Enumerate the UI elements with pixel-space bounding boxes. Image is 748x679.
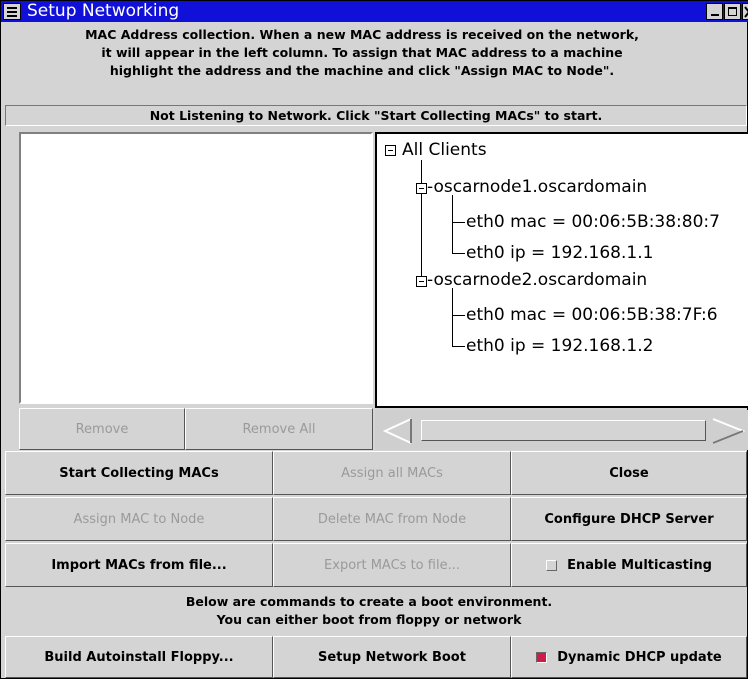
instructions-line-3: highlight the address and the machine an… [109,63,615,78]
remove-button[interactable]: Remove [19,408,185,450]
minimize-icon[interactable] [706,3,723,20]
tree-node-oscarnode1[interactable]: -oscarnode1.oscardomain [427,177,647,197]
configure-dhcp-server-button[interactable]: Configure DHCP Server [511,497,747,541]
dynamic-dhcp-update-toggle[interactable]: Dynamic DHCP update [511,636,747,678]
instructions-text: MAC Address collection. When a new MAC a… [1,22,748,102]
close-icon[interactable] [742,3,748,20]
commands-line-2: You can either boot from floppy or netwo… [216,612,522,627]
instructions-line-2: it will appear in the left column. To as… [101,45,623,60]
enable-multicasting-toggle[interactable]: Enable Multicasting [511,543,747,587]
instructions-line-1: MAC Address collection. When a new MAC a… [85,27,639,42]
window-title: Setup Networking [27,1,180,21]
scroll-right-arrow-icon[interactable] [711,418,745,444]
tree-root-all-clients[interactable]: All Clients [402,140,487,160]
collapse-node1-icon[interactable] [416,183,427,194]
window-menu-icon[interactable] [3,3,21,20]
assign-mac-to-node-button[interactable]: Assign MAC to Node [5,497,273,541]
close-button[interactable]: Close [511,451,747,495]
collapse-all-clients-icon[interactable] [385,145,396,156]
setup-networking-window: Setup Networking MAC Address collection.… [0,0,748,679]
dynamic-dhcp-update-label: Dynamic DHCP update [557,649,722,665]
delete-mac-from-node-button[interactable]: Delete MAC from Node [273,497,511,541]
listening-status: Not Listening to Network. Click "Start C… [5,105,747,126]
clients-tree[interactable]: All Clients -oscarnode1.oscardomain eth0… [375,132,748,408]
tree-leaf-node2-ip[interactable]: eth0 ip = 192.168.1.2 [466,336,653,356]
import-macs-button[interactable]: Import MACs from file... [5,543,273,587]
commands-line-1: Below are commands to create a boot envi… [185,594,553,609]
remove-all-button[interactable]: Remove All [185,408,373,450]
tree-node-oscarnode2[interactable]: -oscarnode2.oscardomain [427,270,647,290]
boot-commands-text: Below are commands to create a boot envi… [1,590,748,634]
title-bar[interactable]: Setup Networking [1,1,748,22]
build-autoinstall-floppy-button[interactable]: Build Autoinstall Floppy... [5,636,273,678]
maximize-icon[interactable] [724,3,741,20]
tree-leaf-node1-ip[interactable]: eth0 ip = 192.168.1.1 [466,243,653,263]
assign-all-macs-button[interactable]: Assign all MACs [273,451,511,495]
start-collecting-macs-button[interactable]: Start Collecting MACs [5,451,273,495]
enable-multicasting-checkbox[interactable] [546,559,558,571]
tree-leaf-node2-mac[interactable]: eth0 mac = 00:06:5B:38:7F:6 [466,305,718,325]
export-macs-button[interactable]: Export MACs to file... [273,543,511,587]
setup-network-boot-button[interactable]: Setup Network Boot [273,636,511,678]
scrollbar-thumb[interactable] [421,420,706,441]
tree-leaf-node1-mac[interactable]: eth0 mac = 00:06:5B:38:80:7 [466,212,720,232]
collapse-node2-icon[interactable] [416,276,427,287]
dynamic-dhcp-update-checkbox[interactable] [536,651,548,663]
tree-horizontal-scrollbar[interactable] [375,410,748,450]
scroll-left-arrow-icon[interactable] [383,418,413,444]
enable-multicasting-label: Enable Multicasting [567,557,712,573]
collected-mac-list[interactable] [19,132,373,404]
